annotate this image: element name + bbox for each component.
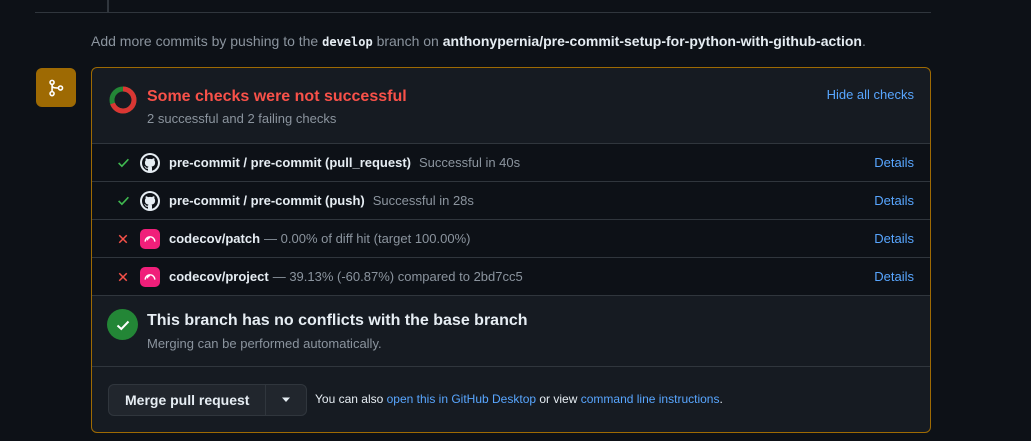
checks-summary: Some checks were not successful 2 succes…: [92, 68, 930, 143]
check-failure-icon: [116, 232, 130, 246]
checks-list: pre-commit / pre-commit (pull_request) S…: [92, 143, 930, 296]
check-row: codecov/patch — 0.00% of diff hit (targe…: [92, 219, 930, 257]
check-circle-icon: [107, 309, 138, 340]
check-description: — 0.00% of diff hit (target 100.00%): [264, 231, 471, 246]
timeline-divider: [35, 12, 931, 13]
check-failure-icon: [116, 270, 130, 284]
check-details-link[interactable]: Details: [874, 231, 914, 246]
check-details-link[interactable]: Details: [874, 155, 914, 170]
check-row: codecov/project — 39.13% (-60.87%) compa…: [92, 257, 930, 296]
push-hint-prefix: Add more commits by pushing to the: [91, 33, 323, 49]
check-name: pre-commit / pre-commit (push): [169, 193, 365, 208]
codecov-icon: [140, 266, 160, 287]
merge-pull-request-button[interactable]: Merge pull request: [109, 385, 265, 415]
check-details-link[interactable]: Details: [874, 269, 914, 284]
push-hint-suffix: .: [861, 33, 866, 49]
github-icon: [140, 190, 160, 211]
merge-options-dropdown[interactable]: [265, 385, 306, 415]
conflict-title: This branch has no conflicts with the ba…: [147, 312, 528, 329]
check-success-icon: [116, 156, 130, 170]
merge-actions: Merge pull request You can also open thi…: [92, 367, 930, 432]
check-description: — 39.13% (-60.87%) compared to 2bd7cc5: [272, 269, 523, 284]
checks-title: Some checks were not successful: [147, 88, 407, 105]
github-icon: [140, 152, 160, 173]
check-description: Successful in 40s: [418, 155, 521, 170]
command-line-link[interactable]: command line instructions: [581, 392, 720, 406]
merge-alternatives: You can also open this in GitHub Desktop…: [315, 392, 723, 406]
check-row: pre-commit / pre-commit (pull_request) S…: [92, 143, 930, 181]
push-hint-middle: branch on: [372, 33, 443, 49]
alt-middle: or view: [536, 392, 581, 406]
repo-name: anthonypernia/pre-commit-setup-for-pytho…: [442, 33, 862, 49]
merge-box: Some checks were not successful 2 succes…: [91, 67, 931, 433]
hide-all-checks-link[interactable]: Hide all checks: [827, 87, 914, 102]
alt-prefix: You can also: [315, 392, 387, 406]
check-description: Successful in 28s: [372, 193, 474, 208]
check-row: pre-commit / pre-commit (push) Successfu…: [92, 181, 930, 219]
timeline-connector: [107, 0, 109, 12]
check-details-link[interactable]: Details: [874, 193, 914, 208]
git-merge-icon: [36, 68, 76, 107]
check-name: codecov/patch: [169, 231, 261, 246]
conflict-status: This branch has no conflicts with the ba…: [92, 294, 930, 367]
check-name: codecov/project: [169, 269, 269, 284]
push-hint: Add more commits by pushing to the devel…: [91, 33, 866, 49]
conflict-subtitle: Merging can be performed automatically.: [147, 336, 382, 351]
open-desktop-link[interactable]: open this in GitHub Desktop: [387, 392, 536, 406]
checks-subtitle: 2 successful and 2 failing checks: [147, 111, 337, 126]
check-name: pre-commit / pre-commit (pull_request): [169, 155, 411, 170]
branch-name: develop: [322, 35, 373, 49]
check-success-icon: [116, 194, 130, 208]
checks-status-ring-icon: [109, 86, 137, 114]
triangle-down-icon: [282, 397, 291, 402]
merge-button-group: Merge pull request: [108, 384, 308, 416]
codecov-icon: [140, 228, 160, 249]
alt-suffix: .: [719, 392, 723, 406]
